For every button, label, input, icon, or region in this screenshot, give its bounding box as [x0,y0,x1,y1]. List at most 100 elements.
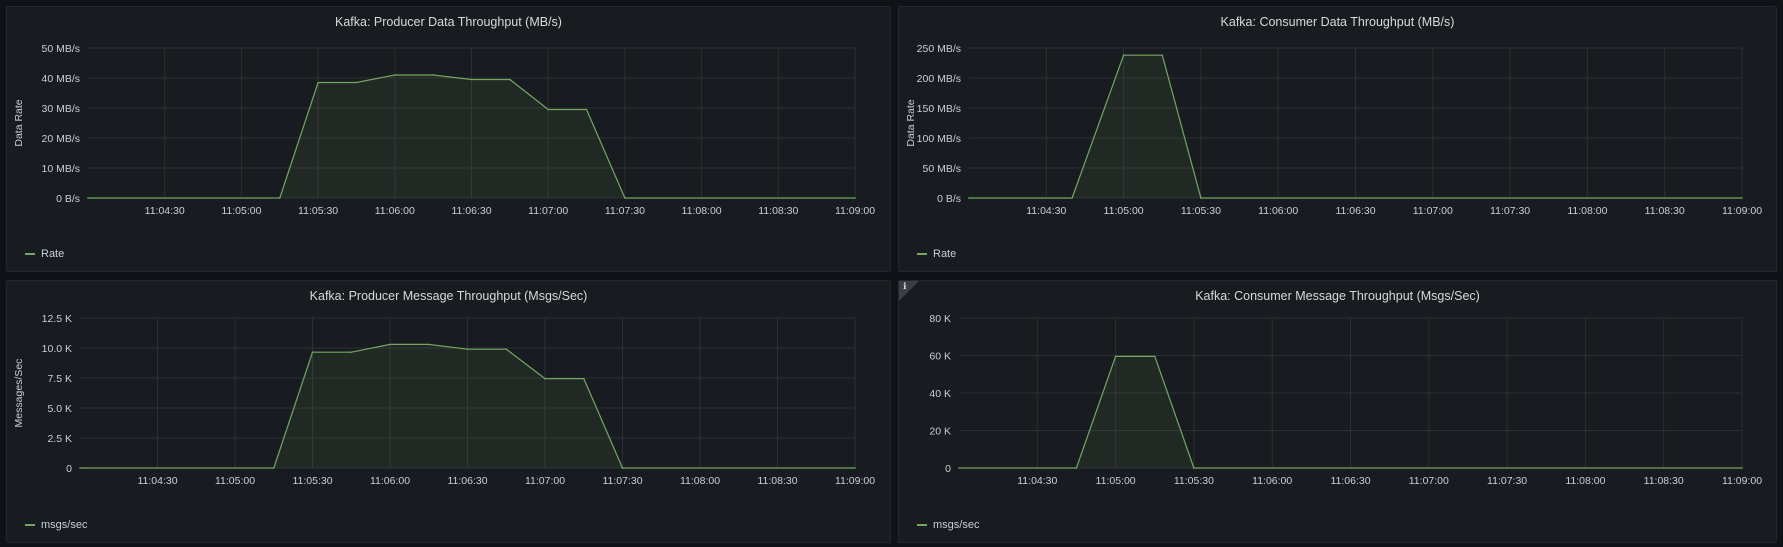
y-tick-label: 60 K [929,351,951,363]
x-tick-label: 11:06:00 [1258,205,1298,217]
data-point [1153,355,1156,358]
y-tick-label: 80 K [929,313,951,325]
consumer-message-panel: ℹ Kafka: Consumer Message Throughput (Ms… [898,280,1777,543]
x-tick-label: 11:04:30 [1017,475,1057,487]
x-tick-label: 11:04:30 [145,205,185,217]
y-tick-label: 20 K [929,426,951,438]
legend-swatch [25,253,35,255]
x-tick-label: 11:07:00 [1409,475,1449,487]
x-tick-label: 11:09:00 [835,475,875,487]
data-point [79,467,81,469]
x-tick-label: 11:08:30 [1645,205,1685,217]
x-tick-label: 11:09:00 [1722,205,1762,217]
x-tick-label: 11:05:30 [292,475,332,487]
y-tick-label: 250 MB/s [917,43,961,55]
x-tick-label: 11:08:00 [680,475,720,487]
data-point [1161,54,1164,56]
producer-data-panel: Kafka: Producer Data Throughput (MB/s) 0… [6,6,891,272]
data-point [466,348,469,350]
data-point [1741,197,1743,199]
y-tick-label: 0 B/s [56,193,80,205]
data-point [585,108,588,111]
y-tick-label: 7.5 K [47,373,72,385]
data-point [544,377,546,380]
data-point [547,108,549,111]
y-axis-title: Data Rate [13,99,25,146]
x-tick-label: 11:05:00 [1104,205,1144,217]
data-point [968,197,970,199]
data-point [1193,467,1195,469]
y-axis-title: Data Rate [905,99,917,146]
data-point [854,197,856,199]
legend-swatch [917,253,927,255]
data-point [854,467,856,469]
x-tick-label: 11:05:00 [215,475,255,487]
x-tick-label: 11:07:30 [602,475,642,487]
data-point [1741,467,1743,469]
x-tick-label: 11:07:00 [525,475,565,487]
data-point [958,467,960,469]
y-tick-label: 40 K [929,388,951,400]
x-tick-label: 11:07:30 [1487,475,1527,487]
legend[interactable]: msgs/sec [917,519,979,531]
x-tick-label: 11:08:30 [1644,475,1684,487]
legend-label: Rate [41,248,65,260]
data-point [624,197,626,199]
x-tick-label: 11:05:30 [298,205,338,217]
y-tick-label: 150 MB/s [917,103,961,115]
data-point [317,81,319,84]
data-point [1200,197,1202,199]
x-tick-label: 11:07:00 [528,205,568,217]
producer-data-chart: 0 B/s 10 MB/s 20 MB/s 30 MB/s 40 MB/s 50 MB/s… [13,43,875,217]
x-tick-label: 11:06:00 [375,205,415,217]
y-tick-label: 50 MB/s [41,43,80,55]
y-tick-label: 12.5 K [42,313,72,325]
data-point [394,74,396,76]
x-tick-label: 11:05:30 [1181,205,1221,217]
x-tick-label: 11:06:00 [370,475,410,487]
y-tick-label: 100 MB/s [917,133,961,145]
consumer-data-panel: Kafka: Consumer Data Throughput (MB/s) 0… [898,6,1777,272]
legend-label: msgs/sec [933,519,980,531]
y-tick-label: 40 MB/s [41,73,80,85]
data-point [1071,197,1073,199]
x-tick-label: 11:06:30 [451,205,491,217]
data-point [1114,355,1117,358]
x-tick-label: 11:05:00 [1096,475,1136,487]
legend-swatch [25,524,35,526]
legend-label: msgs/sec [41,519,88,531]
x-tick-label: 11:08:30 [757,475,797,487]
x-tick-label: 11:09:00 [835,205,875,217]
x-tick-label: 11:08:00 [1565,475,1605,487]
x-tick-label: 11:06:00 [1252,475,1292,487]
x-tick-label: 11:05:30 [1174,475,1214,487]
legend-label: Rate [933,248,957,260]
x-tick-label: 11:04:30 [137,475,177,487]
x-tick-label: 11:07:00 [1413,205,1453,217]
legend[interactable]: msgs/sec [25,519,87,531]
y-tick-label: 10 MB/s [41,163,80,175]
legend-swatch [917,524,927,526]
data-point [621,467,624,469]
series-area [88,75,855,198]
x-tick-label: 11:09:00 [1722,475,1762,487]
y-tick-label: 2.5 K [47,433,72,445]
y-tick-label: 50 MB/s [922,163,961,175]
x-tick-label: 11:08:30 [758,205,798,217]
data-point [432,74,434,76]
data-point [470,78,473,81]
data-point [272,467,275,469]
y-tick-label: 0 [945,463,951,475]
data-point [427,343,430,346]
y-tick-label: 20 MB/s [41,133,80,145]
producer-message-chart: 0 2.5 K 5.0 K 7.5 K 10.0 K 12.5 K 11:04:30 11:0… [13,313,875,487]
data-point [1122,54,1125,56]
x-tick-label: 11:06:30 [447,475,487,487]
legend[interactable]: Rate [917,248,956,260]
x-tick-label: 11:06:30 [1335,205,1375,217]
x-tick-label: 11:05:00 [221,205,261,217]
consumer-data-chart: 0 B/s 50 MB/s 100 MB/s 150 MB/s 200 MB/s 250 … [905,43,1762,217]
legend[interactable]: Rate [25,248,64,260]
data-point [311,351,314,353]
y-tick-label: 200 MB/s [917,73,961,85]
